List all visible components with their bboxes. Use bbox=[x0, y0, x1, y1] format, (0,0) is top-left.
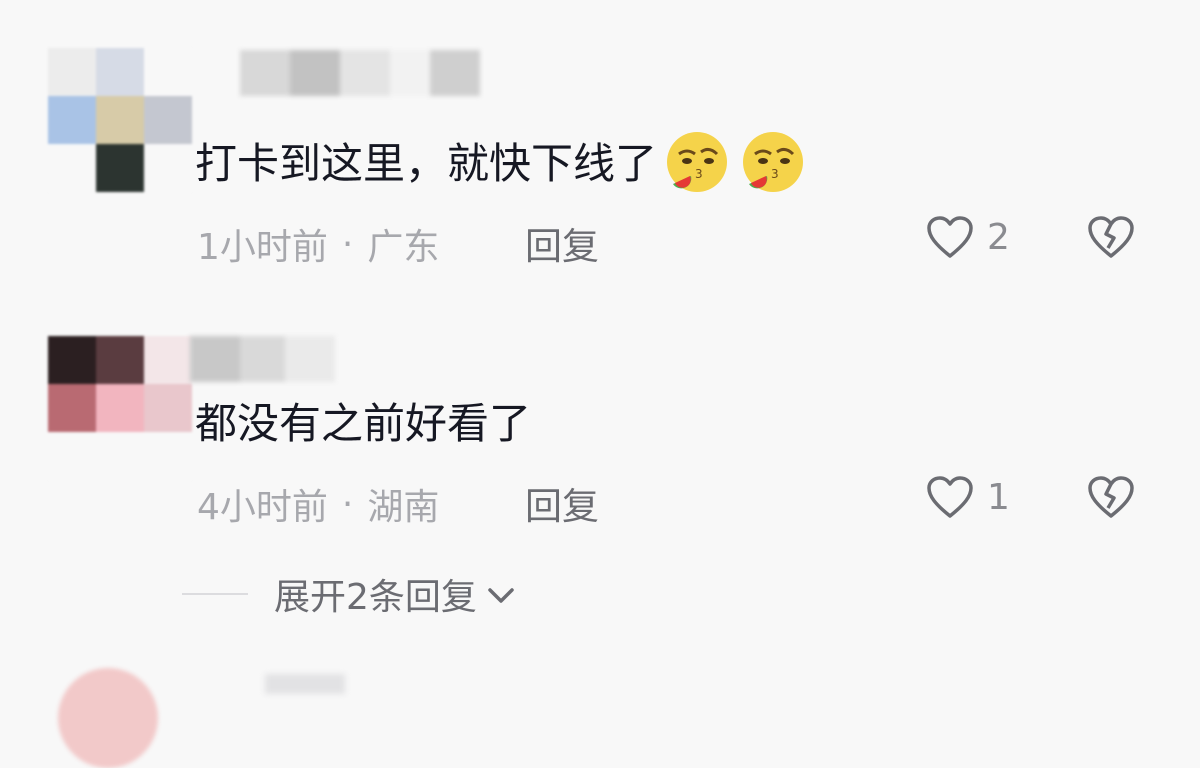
like-count: 1 bbox=[987, 476, 1010, 518]
comment-meta: 1小时前 · 广东 bbox=[197, 218, 439, 270]
smirk-watermelon-icon: 3 bbox=[743, 132, 804, 192]
divider bbox=[182, 593, 248, 595]
username-blurred[interactable] bbox=[265, 674, 345, 694]
heart-outline-icon bbox=[927, 476, 973, 518]
like-count: 2 bbox=[987, 216, 1010, 258]
svg-text:3: 3 bbox=[695, 167, 703, 181]
meta-separator: · bbox=[341, 483, 354, 525]
expand-replies-button[interactable]: 展开2条回复 bbox=[182, 568, 517, 620]
comment-time: 1小时前 bbox=[197, 227, 328, 268]
avatar[interactable] bbox=[58, 668, 158, 768]
comment-text-content: 打卡到这里，就快下线了 bbox=[195, 139, 658, 188]
chevron-down-icon bbox=[488, 588, 514, 603]
like-button[interactable]: 2 bbox=[925, 214, 1010, 260]
heart-outline-icon bbox=[927, 216, 973, 258]
username-blurred[interactable] bbox=[190, 336, 335, 382]
svg-text:3: 3 bbox=[771, 167, 779, 181]
comment-item: 都没有之前好看了 4小时前 · 湖南 回复 1 展开2条回复 bbox=[0, 300, 1200, 640]
comment-text-content: 都没有之前好看了 bbox=[195, 399, 532, 448]
smirk-watermelon-icon: 3 bbox=[667, 132, 728, 192]
like-button[interactable]: 1 bbox=[925, 474, 1010, 520]
broken-heart-icon[interactable] bbox=[1086, 214, 1136, 260]
comment-text: 打卡到这里，就快下线了 3 3 bbox=[195, 128, 809, 200]
comment-location: 广东 bbox=[367, 227, 440, 268]
comment-time: 4小时前 bbox=[197, 487, 328, 528]
broken-heart-icon[interactable] bbox=[1086, 474, 1136, 520]
meta-separator: · bbox=[341, 223, 354, 265]
comment-item: 打卡到这里，就快下线了 3 3 1小时前 · 广东 回复 2 bbox=[0, 0, 1200, 300]
username-blurred[interactable] bbox=[240, 50, 480, 96]
expand-replies-label: 展开2条回复 bbox=[274, 577, 477, 618]
avatar[interactable] bbox=[48, 48, 192, 192]
comment-text: 都没有之前好看了 bbox=[195, 396, 531, 452]
reply-button[interactable]: 回复 bbox=[525, 216, 599, 270]
comment-location: 湖南 bbox=[367, 487, 440, 528]
avatar[interactable] bbox=[48, 336, 192, 480]
reply-button[interactable]: 回复 bbox=[525, 476, 599, 530]
comment-meta: 4小时前 · 湖南 bbox=[197, 478, 439, 530]
